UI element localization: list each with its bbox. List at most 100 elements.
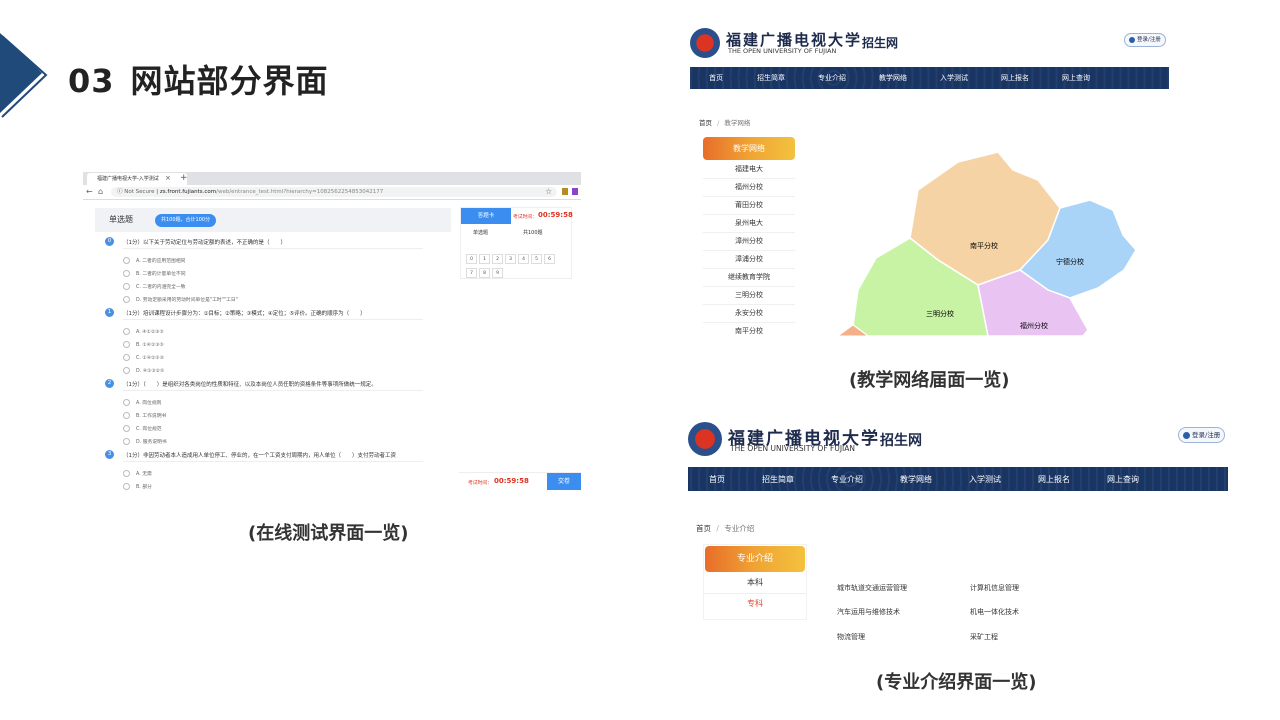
option[interactable]: A. ④①②③⑤: [123, 328, 164, 335]
browser-tab[interactable]: 福建广播电视大学-入学测试: [87, 173, 187, 185]
option[interactable]: C. 二者的内涵完全一致: [123, 283, 186, 290]
breadcrumb-home[interactable]: 首页: [699, 119, 712, 127]
major-link[interactable]: 机电一体化技术: [970, 607, 1019, 617]
sidebar-item-undergrad[interactable]: 本科: [704, 573, 806, 593]
sidebar-item[interactable]: 三明分校: [703, 286, 795, 305]
url-field[interactable]: ⓘ Not Secure | zs.front.fujiants.com/web…: [111, 187, 557, 197]
divider: [123, 319, 423, 320]
answer-cell[interactable]: 4: [518, 254, 529, 264]
option[interactable]: D. 劳动定额采用的劳动时间单位是"工时""工日": [123, 296, 238, 303]
close-icon[interactable]: ×: [165, 172, 171, 185]
answer-card: 答题卡 考试时间： 00:59:58 单选题 共100题 0123456 789: [460, 207, 573, 279]
answer-card-count: 共100题: [523, 230, 543, 236]
radio-icon: [123, 341, 130, 348]
nav-item-home[interactable]: 首页: [709, 474, 762, 485]
option[interactable]: B. 工作说明书: [123, 412, 166, 419]
sidebar-item[interactable]: 漳州分校: [703, 232, 795, 251]
radio-icon: [123, 296, 130, 303]
option[interactable]: D. ④①③②⑤: [123, 367, 164, 374]
breadcrumb-current: 教学网络: [724, 119, 751, 127]
caption-major: (专业介绍界面一览): [876, 672, 1037, 693]
sidebar-item[interactable]: 福建电大: [703, 160, 795, 179]
submit-button[interactable]: 交卷: [547, 473, 581, 490]
sidebar-item[interactable]: 福州分校: [703, 178, 795, 197]
answer-cell[interactable]: 3: [505, 254, 516, 264]
option[interactable]: B. 二者的计量单位不同: [123, 270, 186, 277]
user-icon: [1183, 431, 1190, 439]
major-link[interactable]: 城市轨道交通运营管理: [837, 583, 907, 593]
star-icon[interactable]: ☆: [545, 187, 552, 197]
nav-item-apply[interactable]: 网上报名: [1038, 474, 1107, 485]
slide-deco-arrow: [0, 33, 48, 118]
nav-item-majors[interactable]: 专业介绍: [831, 474, 900, 485]
nav-item-admissions[interactable]: 招生简章: [757, 73, 818, 83]
radio-icon: [123, 425, 130, 432]
back-icon[interactable]: ←: [86, 187, 93, 197]
logo-suffix: 招生网: [880, 433, 922, 449]
nav-item-test[interactable]: 入学测试: [940, 73, 1001, 83]
option[interactable]: C. ①④②⑤③: [123, 354, 164, 361]
question-number: 1: [105, 308, 114, 317]
option[interactable]: B. 部分: [123, 483, 152, 490]
sidebar-item[interactable]: 南平分校: [703, 322, 795, 335]
sidebar-item[interactable]: 继续教育学院: [703, 268, 795, 287]
option[interactable]: A. 二者的应用范围相同: [123, 257, 185, 264]
option-label: D. 劳动定额采用的劳动时间单位是"工时""工日": [136, 298, 238, 303]
nav-item-test[interactable]: 入学测试: [969, 474, 1038, 485]
option[interactable]: C. 岗位规范: [123, 425, 162, 432]
logo-english: THE OPEN UNIVERSITY OF FUJIAN: [728, 47, 837, 55]
question-text: （1分）培训课程设计步骤分为：①目标；②策略；③模式；④定位；⑤评价。正确的顺序…: [123, 311, 366, 317]
option[interactable]: A. 岗位规则: [123, 399, 161, 406]
nav-item-query[interactable]: 网上查询: [1062, 73, 1123, 83]
answer-cell[interactable]: 6: [544, 254, 555, 264]
breadcrumb-home[interactable]: 首页: [696, 524, 711, 533]
network-sidebar: 教学网络 福建电大 福州分校 莆田分校 泉州电大 漳州分校 漳浦分校 继续教育学…: [703, 137, 795, 335]
map-label-fuzhou: 福州分校: [1020, 321, 1048, 330]
sidebar-item[interactable]: 泉州电大: [703, 214, 795, 233]
map-label-sanming: 三明分校: [926, 309, 954, 318]
answer-card-row: 0123456: [466, 245, 557, 264]
answer-cell[interactable]: 7: [466, 268, 477, 278]
nav-item-network[interactable]: 教学网络: [900, 474, 969, 485]
major-link[interactable]: 采矿工程: [970, 632, 998, 642]
new-tab-button[interactable]: +: [180, 172, 188, 185]
browser-tabbar: 福建广播电视大学-入学测试 × +: [83, 172, 581, 185]
radio-icon: [123, 354, 130, 361]
sidebar-item-college[interactable]: 专科: [704, 593, 806, 614]
sidebar-item[interactable]: 永安分校: [703, 304, 795, 323]
major-link[interactable]: 汽车运用与维修技术: [837, 607, 900, 617]
major-link[interactable]: 计算机信息管理: [970, 583, 1019, 593]
option[interactable]: D. 服务说明书: [123, 438, 167, 445]
timer-label: 考试时间：: [468, 481, 492, 486]
login-button[interactable]: 登录/注册: [1124, 33, 1166, 47]
extension-icon[interactable]: [572, 188, 578, 195]
option[interactable]: A. 无需: [123, 470, 152, 477]
nav-item-home[interactable]: 首页: [709, 73, 757, 83]
option-label: A. 岗位规则: [136, 401, 162, 406]
question-text: （1分）（ ）是组织对各类岗位的性质和特征、以及本岗位人员任职的资格条件等事项所…: [123, 382, 377, 388]
test-footer: 考试时间： 00:59:58 交卷: [459, 472, 581, 490]
nav-item-admissions[interactable]: 招生简章: [762, 474, 831, 485]
online-test-screenshot: 福建广播电视大学-入学测试 × + ← ⌂ ⓘ Not Secure | zs.…: [83, 172, 581, 490]
answer-cell[interactable]: 8: [479, 268, 490, 278]
breadcrumb-current: 专业介绍: [724, 524, 755, 533]
radio-icon: [123, 270, 130, 277]
main-navbar: 首页 招生简章 专业介绍 教学网络 入学测试 网上报名 网上查询: [690, 67, 1169, 89]
radio-icon: [123, 438, 130, 445]
answer-cell[interactable]: 9: [492, 268, 503, 278]
major-link[interactable]: 物流管理: [837, 632, 865, 642]
home-icon[interactable]: ⌂: [98, 187, 103, 197]
nav-item-network[interactable]: 教学网络: [879, 73, 940, 83]
nav-item-apply[interactable]: 网上报名: [1001, 73, 1062, 83]
option[interactable]: B. ①④②③⑤: [123, 341, 164, 348]
nav-item-majors[interactable]: 专业介绍: [818, 73, 879, 83]
sidebar-item[interactable]: 漳浦分校: [703, 250, 795, 269]
extension-icon[interactable]: [562, 188, 568, 195]
not-secure-label: Not Secure: [124, 189, 155, 195]
sidebar-item[interactable]: 莆田分校: [703, 196, 795, 215]
login-button[interactable]: 登录/注册: [1178, 427, 1226, 443]
nav-item-query[interactable]: 网上查询: [1107, 474, 1176, 485]
answer-cell[interactable]: 5: [531, 254, 542, 264]
question-number: 2: [105, 379, 114, 388]
slide-title-text: 网站部分界面: [130, 62, 329, 100]
